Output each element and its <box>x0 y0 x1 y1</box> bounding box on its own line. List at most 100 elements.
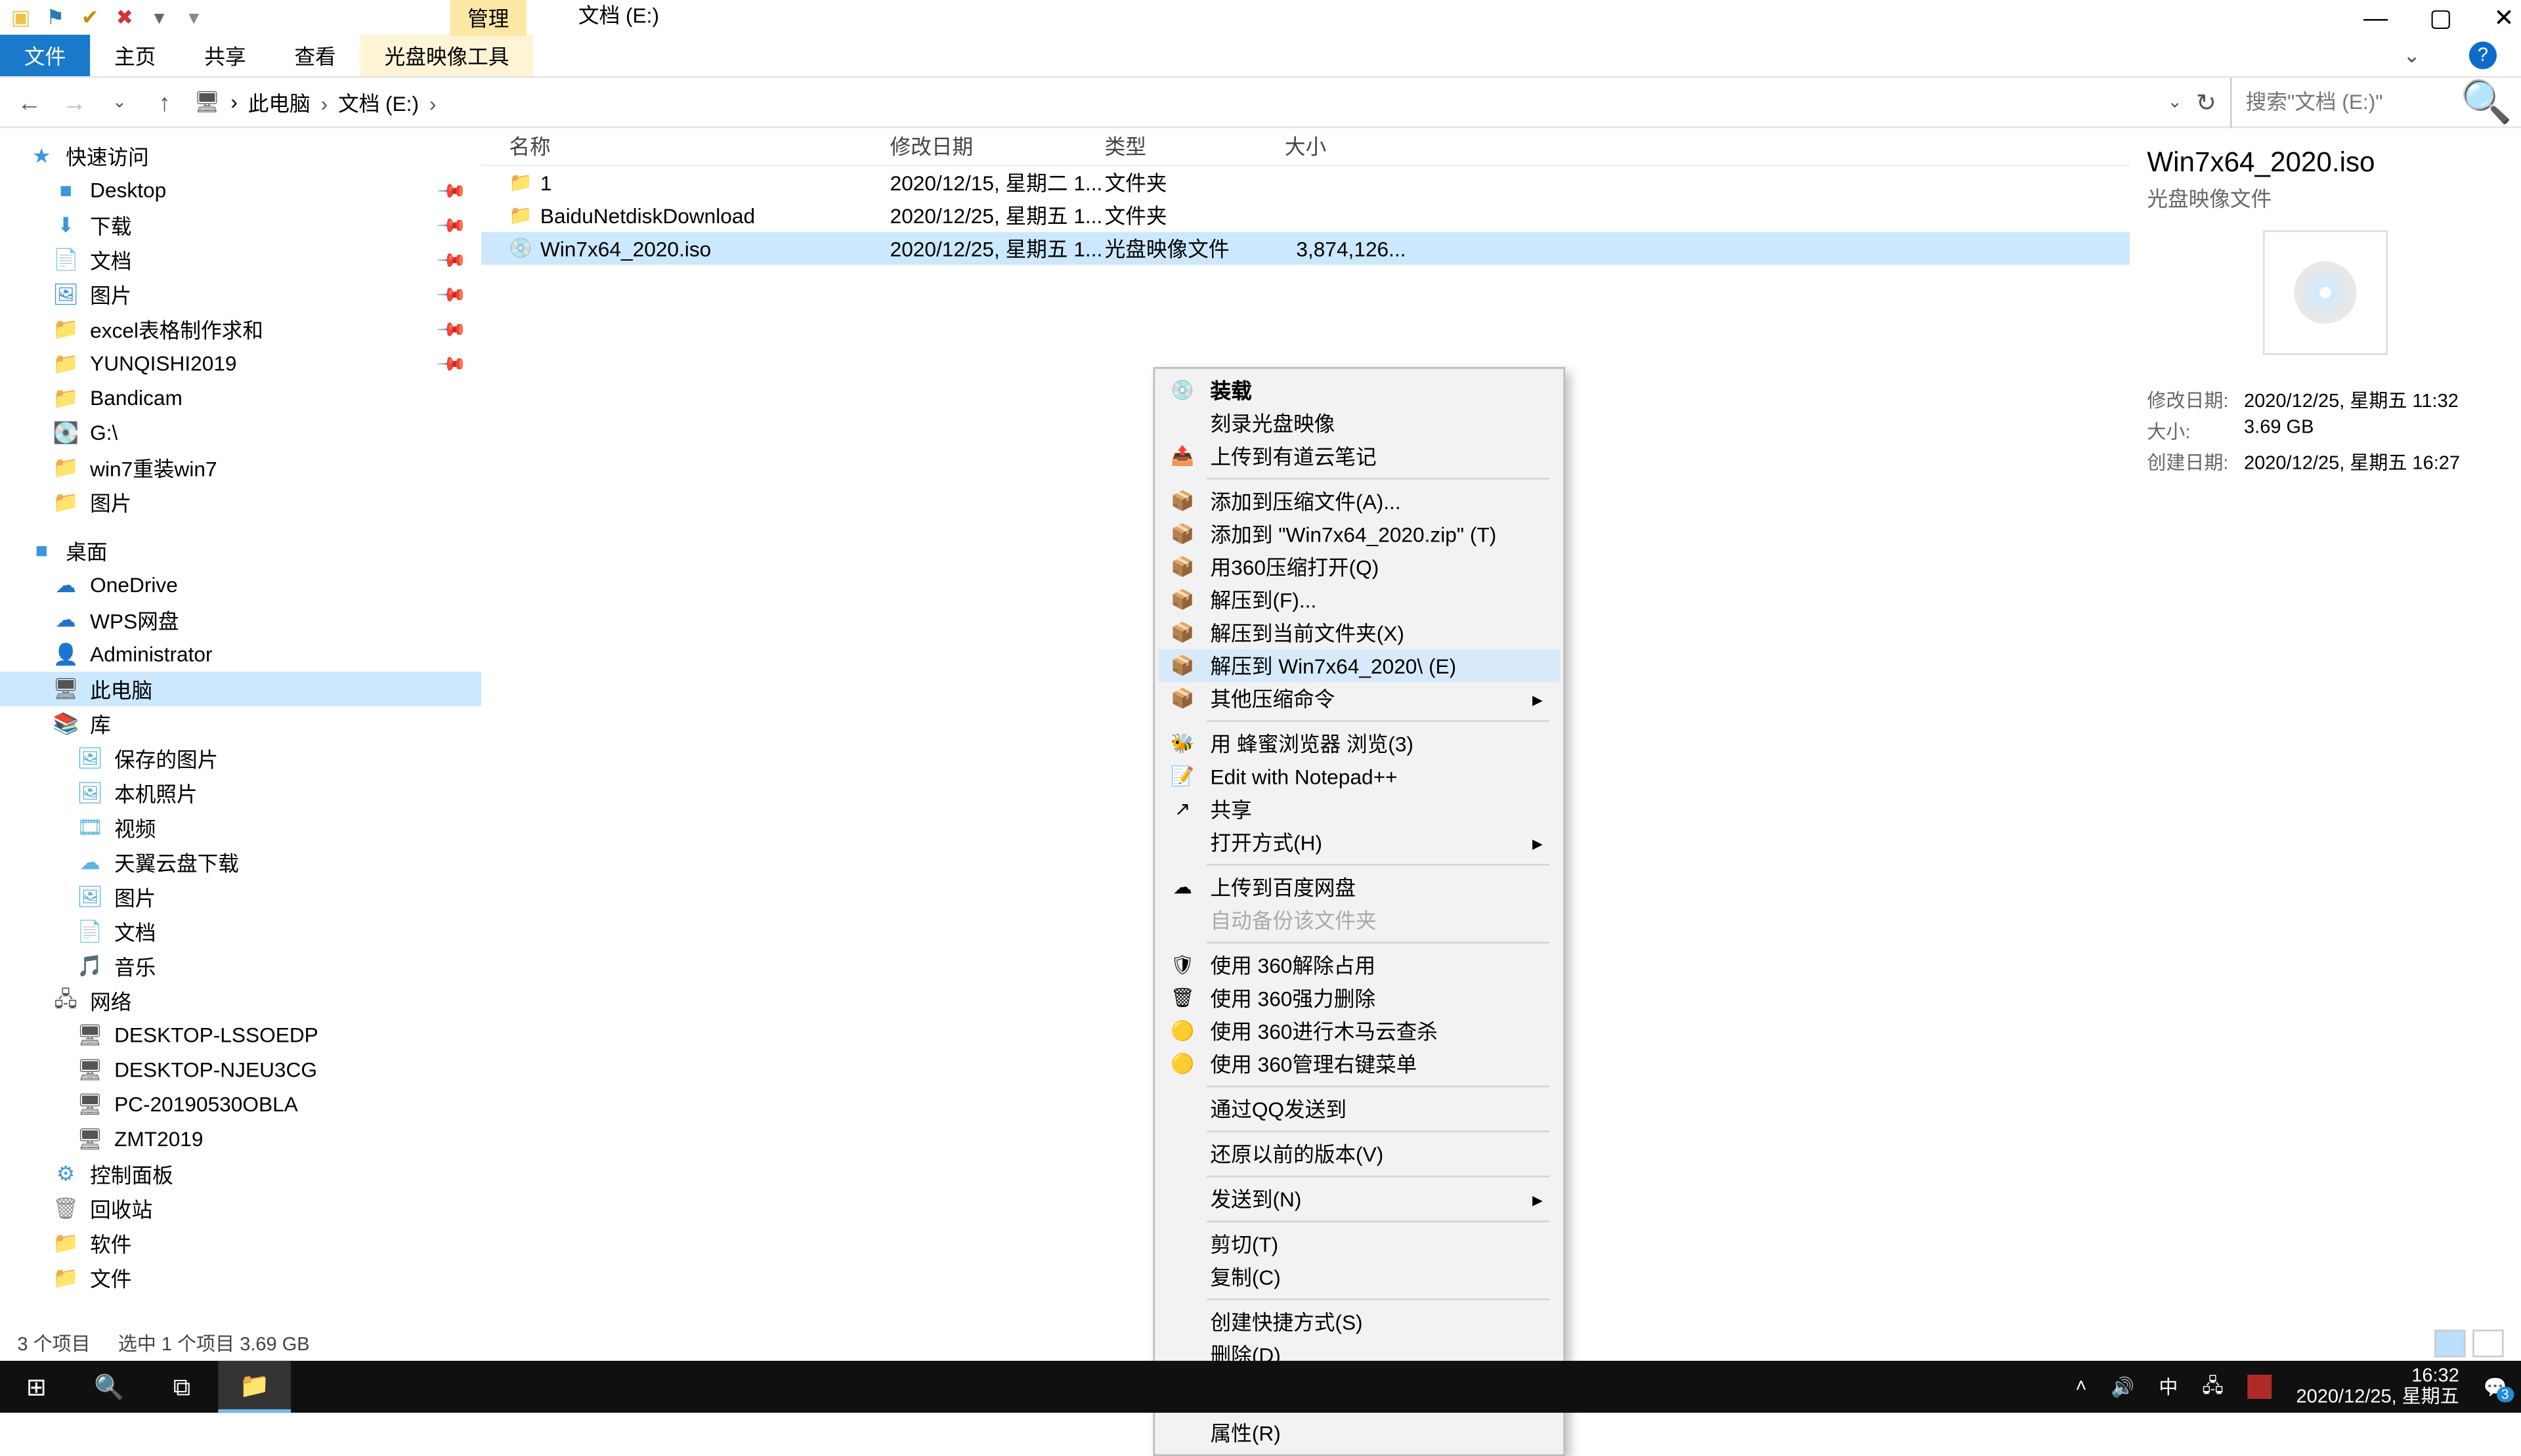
search-button[interactable]: 🔍 <box>73 1361 146 1413</box>
action-center-icon[interactable]: 💬3 <box>2484 1375 2507 1398</box>
more-icon[interactable]: ▾ <box>180 3 207 31</box>
up-button[interactable]: ↑ <box>149 89 180 116</box>
context-menu-item[interactable]: 通过QQ发送到 <box>1158 1092 1560 1125</box>
tree-recycle[interactable]: 🗑回收站 <box>0 1191 481 1226</box>
tree-item[interactable]: 🖥DESKTOP-NJEU3CG <box>0 1053 481 1088</box>
pin-icon[interactable]: ⚑ <box>41 3 69 31</box>
column-headers[interactable]: 名称 修改日期 类型 大小 <box>481 128 2130 166</box>
context-menu-item[interactable]: 🗑使用 360强力删除 <box>1158 981 1560 1014</box>
context-menu-item[interactable]: 📦用360压缩打开(Q) <box>1158 551 1560 584</box>
tree-item[interactable]: 🖼保存的图片 <box>0 741 481 776</box>
context-menu-item[interactable]: 📝Edit with Notepad++ <box>1158 760 1560 793</box>
tree-item[interactable]: 📄文档 <box>0 914 481 949</box>
explorer-taskbar-button[interactable]: 📁 <box>218 1361 291 1413</box>
search-icon[interactable]: 🔍 <box>2461 77 2512 127</box>
refresh-button[interactable]: ↻ <box>2196 87 2216 117</box>
tree-desktop[interactable]: ■Desktop📌 <box>0 173 481 208</box>
tree-item[interactable]: 📁文件 <box>0 1260 481 1295</box>
col-date[interactable]: 修改日期 <box>890 131 1105 161</box>
context-menu-item[interactable]: 打开方式(H)▸ <box>1158 826 1560 859</box>
tree-item[interactable]: 📁excel表格制作求和📌 <box>0 312 481 347</box>
context-menu-item[interactable]: 📦添加到压缩文件(A)... <box>1158 484 1560 517</box>
tree-item[interactable]: 🖼本机照片 <box>0 776 481 811</box>
maximize-button[interactable]: ▢ <box>2429 3 2452 33</box>
context-menu-item[interactable]: ↗共享 <box>1158 793 1560 826</box>
ribbon-tab-share[interactable]: 共享 <box>180 35 270 76</box>
tree-item[interactable]: 📁图片 <box>0 484 481 519</box>
search-input[interactable] <box>2246 90 2453 114</box>
tree-item[interactable]: 💽G:\ <box>0 416 481 450</box>
back-button[interactable]: ← <box>14 89 45 116</box>
recent-dropdown[interactable]: ⌄ <box>104 93 135 112</box>
tree-item[interactable]: 🖥DESKTOP-LSSOEDP <box>0 1018 481 1053</box>
context-menu-item[interactable]: 刻录光盘映像 <box>1158 407 1560 440</box>
tree-item[interactable]: ☁天翼云盘下载 <box>0 845 481 880</box>
tree-wps[interactable]: ☁WPS网盘 <box>0 603 481 637</box>
crumb-thispc[interactable]: 此电脑 <box>248 87 328 117</box>
close-red-icon[interactable]: ✖ <box>111 3 139 31</box>
col-size[interactable]: 大小 <box>1285 131 1406 161</box>
context-menu-item[interactable]: 📦解压到(F)... <box>1158 584 1560 616</box>
checkmark-icon[interactable]: ✔ <box>76 3 104 31</box>
view-thumbnails-button[interactable] <box>2472 1329 2503 1357</box>
tree-thispc[interactable]: 🖥此电脑 <box>0 672 481 706</box>
search-box[interactable]: 🔍 <box>2230 77 2507 127</box>
context-menu-item[interactable]: 📦解压到当前文件夹(X) <box>1158 616 1560 649</box>
start-button[interactable]: ⊞ <box>0 1361 73 1413</box>
context-menu-item[interactable]: 剪切(T) <box>1158 1228 1560 1260</box>
context-menu-item[interactable]: 发送到(N)▸ <box>1158 1182 1560 1215</box>
col-name[interactable]: 名称 <box>509 131 890 161</box>
context-menu-item[interactable]: 🟡使用 360进行木马云查杀 <box>1158 1014 1560 1047</box>
tree-control-panel[interactable]: ⚙控制面板 <box>0 1157 481 1191</box>
ribbon-expand-button[interactable]: ⌄ <box>2379 35 2445 76</box>
tree-item[interactable]: 📁win7重装win7 <box>0 450 481 485</box>
volume-icon[interactable]: 🔊 <box>2111 1375 2134 1398</box>
ribbon-tab-home[interactable]: 主页 <box>90 35 180 76</box>
breadcrumb[interactable]: 🖥 › 此电脑 文档 (E:) <box>194 87 2153 117</box>
dropdown-icon[interactable]: ▾ <box>146 3 173 31</box>
tree-item[interactable]: 🖥PC-20190530OBLA <box>0 1087 481 1122</box>
col-type[interactable]: 类型 <box>1105 131 1285 161</box>
tree-library[interactable]: 📚库 <box>0 706 481 741</box>
tree-network[interactable]: 🖧网络 <box>0 983 481 1018</box>
context-menu-item[interactable]: 还原以前的版本(V) <box>1158 1138 1560 1170</box>
context-menu-item[interactable]: 🟡使用 360管理右键菜单 <box>1158 1048 1560 1081</box>
network-icon[interactable]: 🖧 <box>2202 1370 2223 1403</box>
context-menu-item[interactable]: 📦解压到 Win7x64_2020\ (E) <box>1158 649 1560 682</box>
context-menu-item[interactable]: 📦添加到 "Win7x64_2020.zip" (T) <box>1158 518 1560 551</box>
tree-quick-access[interactable]: ★快速访问 <box>0 139 481 173</box>
close-button[interactable]: ✕ <box>2494 3 2514 33</box>
context-menu-item[interactable]: 🛡使用 360解除占用 <box>1158 949 1560 981</box>
taskview-button[interactable]: ⧉ <box>146 1361 219 1413</box>
tree-item[interactable]: 🖼图片 <box>0 880 481 914</box>
list-row[interactable]: 📁 12020/12/15, 星期二 1...文件夹 <box>481 166 2130 199</box>
tray-chevron-icon[interactable]: ˄ <box>2075 1377 2086 1398</box>
context-menu-item[interactable]: 属性(R) <box>1158 1416 1560 1449</box>
tree-item[interactable]: 📁Bandicam <box>0 381 481 416</box>
tree-pictures[interactable]: 🖼图片📌 <box>0 277 481 312</box>
ime-indicator[interactable]: 中 <box>2159 1373 2178 1400</box>
tree-onedrive[interactable]: ☁OneDrive <box>0 568 481 603</box>
context-menu-item[interactable]: 📤上传到有道云笔记 <box>1158 440 1560 473</box>
tree-item[interactable]: 📁YUNQISHI2019📌 <box>0 346 481 381</box>
ribbon-tab-disc-tools[interactable]: 光盘映像工具 <box>360 35 534 76</box>
path-dropdown[interactable]: ⌄ <box>2168 93 2182 112</box>
tree-documents[interactable]: 📄文档📌 <box>0 242 481 277</box>
context-menu-item[interactable]: 🐝用 蜂蜜浏览器 浏览(3) <box>1158 727 1560 760</box>
tree-item[interactable]: 🎵音乐 <box>0 949 481 983</box>
security-icon[interactable] <box>2248 1375 2272 1399</box>
help-button[interactable]: ? <box>2445 35 2521 76</box>
ribbon-tab-view[interactable]: 查看 <box>270 35 360 76</box>
crumb-drive[interactable]: 文档 (E:) <box>338 87 436 117</box>
tree-admin[interactable]: 👤Administrator <box>0 637 481 672</box>
forward-button[interactable]: → <box>59 89 90 116</box>
contextual-tab[interactable]: 管理 <box>450 0 527 36</box>
context-menu-item[interactable]: 💿装载 <box>1158 374 1560 407</box>
clock[interactable]: 16:32 2020/12/25, 星期五 <box>2296 1366 2459 1407</box>
list-row-selected[interactable]: 💿 Win7x64_2020.iso2020/12/25, 星期五 1...光盘… <box>481 232 2130 265</box>
tree-item[interactable]: 🎞视频 <box>0 810 481 845</box>
tree-item[interactable]: 📁软件 <box>0 1226 481 1260</box>
minimize-button[interactable]: — <box>2363 3 2388 33</box>
tree-desktop-root[interactable]: ■桌面 <box>0 533 481 568</box>
view-details-button[interactable] <box>2434 1329 2465 1357</box>
